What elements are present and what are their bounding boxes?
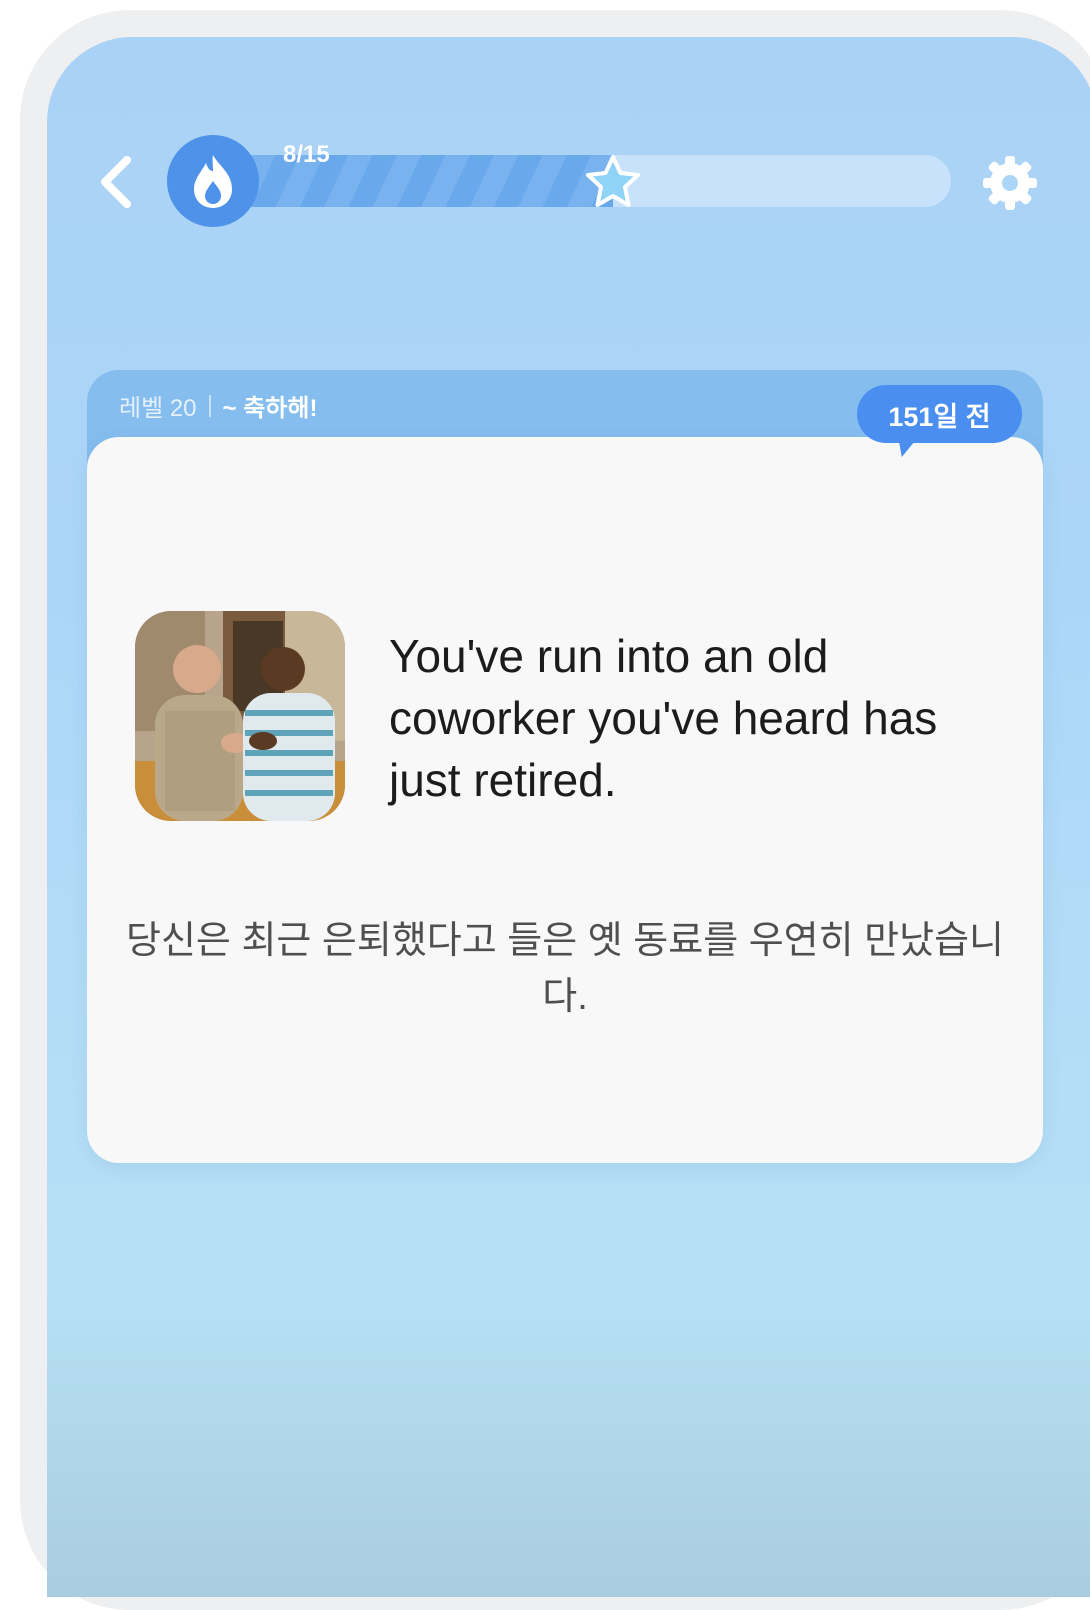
card-header-text: 레벨 20 ~ 축하해! xyxy=(119,388,317,423)
scene-illustration xyxy=(135,611,345,821)
star-icon xyxy=(586,155,640,207)
scenario-text: You've run into an old coworker you've h… xyxy=(389,630,938,806)
days-ago-badge: 151일 전 xyxy=(857,385,1022,443)
streak-badge xyxy=(167,135,259,227)
settings-button[interactable] xyxy=(979,152,1041,214)
lesson-screen: 8/15 레벨 20 ~ 축하해! You've run into an old… xyxy=(47,37,1090,1597)
scenario-card: You've run into an old coworker you've h… xyxy=(87,437,1043,1163)
flame-icon xyxy=(194,155,232,208)
chevron-left-icon xyxy=(101,156,131,208)
divider xyxy=(208,394,211,417)
congrats-label: ~ 축하해! xyxy=(222,395,318,422)
gear-icon xyxy=(983,156,1037,210)
scene-photo xyxy=(135,611,345,821)
progress-label: 8/15 xyxy=(283,141,330,168)
translation-text: 당신은 최근 은퇴했다고 들은 옛 동료를 우연히 만났습니다. xyxy=(126,920,1004,1018)
back-button[interactable] xyxy=(87,152,147,212)
level-label: 레벨 20 xyxy=(119,395,197,422)
